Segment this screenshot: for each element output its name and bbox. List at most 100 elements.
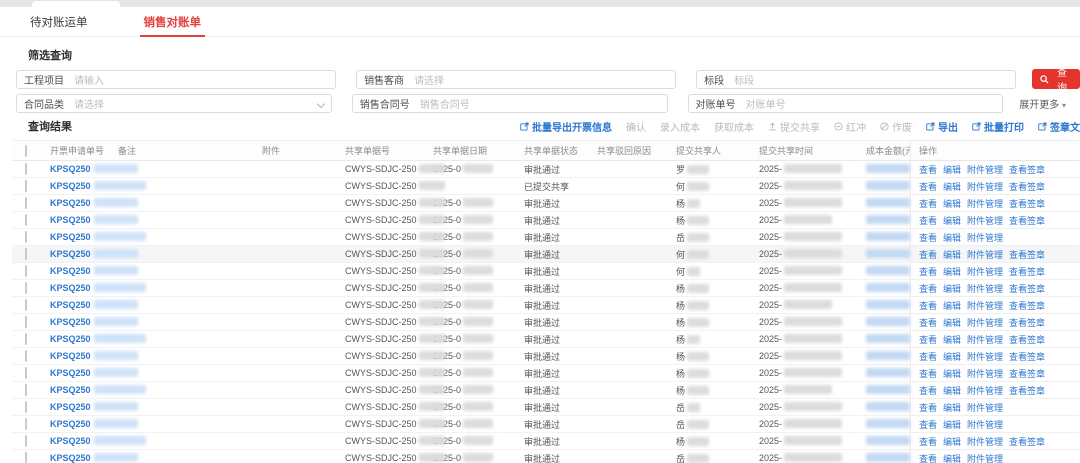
row-checkbox[interactable] [25, 197, 27, 209]
invoice-request-link[interactable]: KPSQ250 [50, 300, 91, 310]
row-checkbox[interactable] [25, 214, 27, 226]
action-link[interactable]: 查看 [919, 401, 937, 414]
tab-1[interactable]: 销售对账单 [139, 7, 205, 37]
invoice-request-link[interactable]: KPSQ250 [50, 402, 91, 412]
action-link[interactable]: 查看 [919, 180, 937, 193]
action-link[interactable]: 编辑 [943, 248, 961, 261]
invoice-request-link[interactable]: KPSQ250 [50, 215, 91, 225]
invoice-request-link[interactable]: KPSQ250 [50, 232, 91, 242]
row-checkbox[interactable] [25, 299, 27, 311]
action-link[interactable]: 附件管理 [967, 163, 1003, 176]
action-link[interactable]: 查看签章 [1009, 214, 1045, 227]
action-link[interactable]: 编辑 [943, 180, 961, 193]
action-link[interactable]: 附件管理 [967, 248, 1003, 261]
invoice-request-link[interactable]: KPSQ250 [50, 419, 91, 429]
toolbar-button-0[interactable]: 批量导出开票信息 [520, 119, 612, 134]
action-link[interactable]: 附件管理 [967, 435, 1003, 448]
tab-0[interactable]: 待对账运单 [30, 7, 88, 37]
invoice-request-link[interactable]: KPSQ250 [50, 453, 91, 463]
row-checkbox[interactable] [25, 435, 27, 447]
action-link[interactable]: 编辑 [943, 316, 961, 329]
action-link[interactable]: 编辑 [943, 163, 961, 176]
invoice-request-link[interactable]: KPSQ250 [50, 436, 91, 446]
action-link[interactable]: 查看 [919, 299, 937, 312]
action-link[interactable]: 附件管理 [967, 418, 1003, 431]
action-link[interactable]: 附件管理 [967, 282, 1003, 295]
action-link[interactable]: 附件管理 [967, 316, 1003, 329]
action-link[interactable]: 查看 [919, 435, 937, 448]
row-checkbox[interactable] [25, 265, 27, 277]
row-checkbox[interactable] [25, 180, 27, 192]
action-link[interactable]: 查看 [919, 350, 937, 363]
action-link[interactable]: 附件管理 [967, 401, 1003, 414]
invoice-request-link[interactable]: KPSQ250 [50, 334, 91, 344]
action-link[interactable]: 编辑 [943, 282, 961, 295]
action-link[interactable]: 附件管理 [967, 384, 1003, 397]
invoice-request-link[interactable]: KPSQ250 [50, 181, 91, 191]
invoice-request-link[interactable]: KPSQ250 [50, 249, 91, 259]
expand-more-button[interactable]: 展开更多 ▾ [1019, 96, 1080, 111]
row-checkbox[interactable] [25, 231, 27, 243]
action-link[interactable]: 编辑 [943, 265, 961, 278]
invoice-request-link[interactable]: KPSQ250 [50, 317, 91, 327]
row-checkbox[interactable] [25, 350, 27, 362]
action-link[interactable]: 附件管理 [967, 231, 1003, 244]
row-checkbox[interactable] [25, 333, 27, 345]
action-link[interactable]: 查看 [919, 418, 937, 431]
filter-field-section[interactable]: 标段 标段 [696, 69, 1017, 89]
action-link[interactable]: 查看签章 [1009, 163, 1045, 176]
invoice-request-link[interactable]: KPSQ250 [50, 385, 91, 395]
action-link[interactable]: 编辑 [943, 214, 961, 227]
action-link[interactable]: 查看签章 [1009, 435, 1045, 448]
action-link[interactable]: 查看 [919, 316, 937, 329]
row-checkbox[interactable] [25, 452, 27, 463]
filter-field-statement-no[interactable]: 对账单号 对账单号 [687, 94, 1004, 113]
action-link[interactable]: 附件管理 [967, 452, 1003, 463]
search-button[interactable]: 查询 [1032, 68, 1080, 94]
action-link[interactable]: 编辑 [943, 384, 961, 397]
action-link[interactable]: 查看签章 [1009, 384, 1045, 397]
filter-field-contract-category[interactable]: 合同品类 请选择 [16, 94, 332, 113]
action-link[interactable]: 附件管理 [967, 350, 1003, 363]
filter-field-project[interactable]: 工程项目 请输入 [16, 69, 337, 89]
invoice-request-link[interactable]: KPSQ250 [50, 164, 91, 174]
invoice-request-link[interactable]: KPSQ250 [50, 198, 91, 208]
action-link[interactable]: 查看签章 [1009, 316, 1045, 329]
action-link[interactable]: 查看签章 [1009, 197, 1045, 210]
action-link[interactable]: 查看签章 [1009, 333, 1045, 346]
row-checkbox[interactable] [25, 316, 27, 328]
row-checkbox[interactable] [25, 163, 27, 175]
action-link[interactable]: 附件管理 [967, 197, 1003, 210]
row-checkbox[interactable] [25, 248, 27, 260]
action-link[interactable]: 附件管理 [967, 265, 1003, 278]
toolbar-button-8[interactable]: 批量打印 [972, 119, 1024, 134]
action-link[interactable]: 查看 [919, 367, 937, 380]
action-link[interactable]: 查看 [919, 384, 937, 397]
action-link[interactable]: 编辑 [943, 367, 961, 380]
invoice-request-link[interactable]: KPSQ250 [50, 283, 91, 293]
action-link[interactable]: 查看 [919, 214, 937, 227]
action-link[interactable]: 编辑 [943, 350, 961, 363]
action-link[interactable]: 编辑 [943, 333, 961, 346]
action-link[interactable]: 编辑 [943, 231, 961, 244]
action-link[interactable]: 附件管理 [967, 180, 1003, 193]
action-link[interactable]: 附件管理 [967, 333, 1003, 346]
action-link[interactable]: 编辑 [943, 401, 961, 414]
action-link[interactable]: 查看 [919, 197, 937, 210]
action-link[interactable]: 查看签章 [1009, 367, 1045, 380]
action-link[interactable]: 查看 [919, 231, 937, 244]
filter-field-customer[interactable]: 销售客商 请选择 [356, 69, 677, 89]
row-checkbox[interactable] [25, 367, 27, 379]
invoice-request-link[interactable]: KPSQ250 [50, 351, 91, 361]
invoice-request-link[interactable]: KPSQ250 [50, 368, 91, 378]
action-link[interactable]: 查看签章 [1009, 248, 1045, 261]
select-all-checkbox[interactable] [25, 144, 27, 157]
action-link[interactable]: 查看签章 [1009, 282, 1045, 295]
action-link[interactable]: 查看 [919, 265, 937, 278]
action-link[interactable]: 查看 [919, 452, 937, 463]
toolbar-button-9[interactable]: 签章文 [1038, 119, 1080, 134]
action-link[interactable]: 查看签章 [1009, 265, 1045, 278]
row-checkbox[interactable] [25, 401, 27, 413]
action-link[interactable]: 附件管理 [967, 299, 1003, 312]
action-link[interactable]: 编辑 [943, 435, 961, 448]
